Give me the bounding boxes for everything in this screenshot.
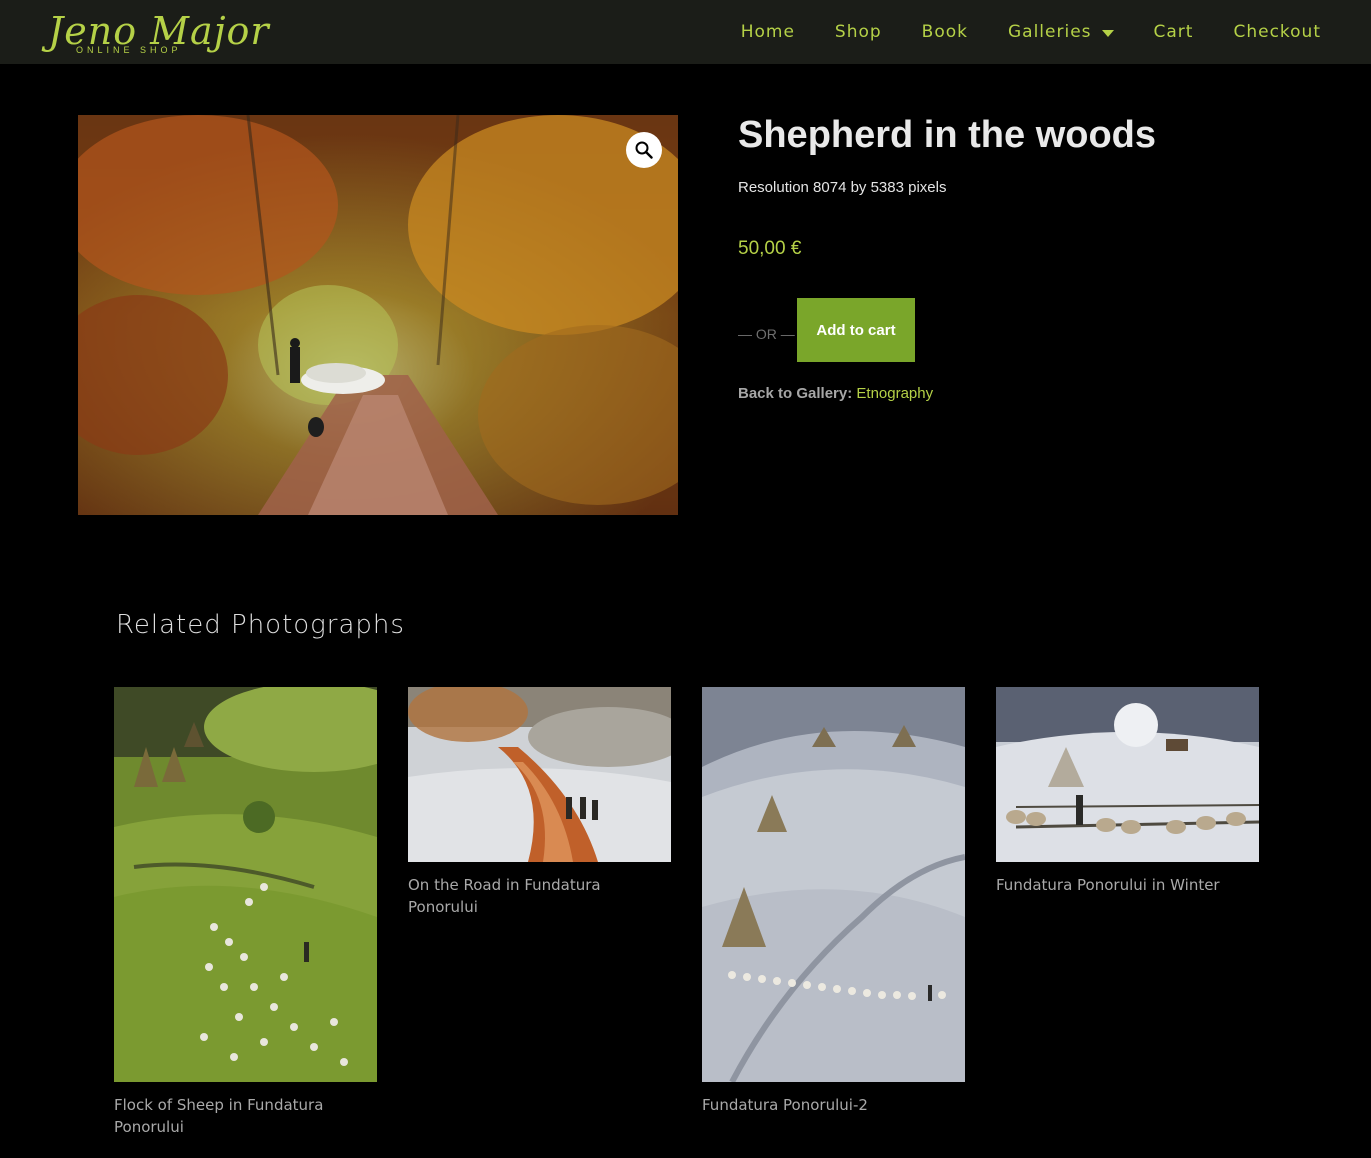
nav-cart[interactable]: Cart — [1154, 22, 1194, 42]
related-caption-on-the-road[interactable]: On the Road in Fundatura Ponorului — [408, 874, 671, 918]
related-caption-in-winter[interactable]: Fundatura Ponorului in Winter — [996, 874, 1259, 896]
nav-home[interactable]: Home — [741, 22, 795, 42]
winter-sheep-photo — [996, 687, 1259, 862]
snowy-road-photo — [408, 687, 671, 862]
logo-subtitle: ONLINE SHOP — [76, 45, 182, 55]
frosty-valley-photo — [702, 687, 965, 1082]
related-section-title: Related Photographs — [116, 610, 405, 640]
product-title: Shepherd in the woods — [738, 114, 1157, 156]
product-main-image[interactable] — [78, 115, 678, 515]
product-price: 50,00 € — [738, 238, 802, 259]
main-nav: Home Shop Book Galleries Cart Checkout — [741, 18, 1321, 46]
gallery-link-etnography[interactable]: Etnography — [856, 385, 933, 402]
site-logo[interactable]: Jeno Major ONLINE SHOP — [48, 8, 269, 58]
related-thumb-flock-of-sheep[interactable] — [114, 687, 377, 1082]
caret-down-icon — [1101, 29, 1114, 37]
related-thumb-in-winter[interactable] — [996, 687, 1259, 862]
nav-galleries-label: Galleries — [1007, 22, 1092, 42]
back-to-gallery-label: Back to Gallery: — [738, 385, 853, 402]
zoom-button[interactable] — [626, 132, 662, 168]
related-thumb-fundatura-2[interactable] — [702, 687, 965, 1082]
site-header: Jeno Major ONLINE SHOP Home Shop Book Ga… — [0, 0, 1371, 64]
search-icon — [635, 141, 653, 159]
nav-checkout[interactable]: Checkout — [1233, 22, 1321, 42]
related-caption-fundatura-2[interactable]: Fundatura Ponorului-2 — [702, 1094, 965, 1116]
back-to-gallery: Back to Gallery: Etnography — [738, 385, 933, 402]
product-resolution: Resolution 8074 by 5383 pixels — [738, 179, 947, 196]
add-to-cart-button[interactable]: Add to cart — [797, 298, 915, 362]
related-thumb-on-the-road[interactable] — [408, 687, 671, 862]
nav-galleries[interactable]: Galleries — [1008, 22, 1114, 42]
related-caption-flock-of-sheep[interactable]: Flock of Sheep in Fundatura Ponorului — [114, 1094, 377, 1138]
nav-book[interactable]: Book — [922, 22, 968, 42]
nav-shop[interactable]: Shop — [835, 22, 882, 42]
autumn-forest-path-photo — [78, 115, 678, 515]
or-separator: — OR — — [738, 326, 795, 342]
green-pasture-sheep-photo — [114, 687, 377, 1082]
